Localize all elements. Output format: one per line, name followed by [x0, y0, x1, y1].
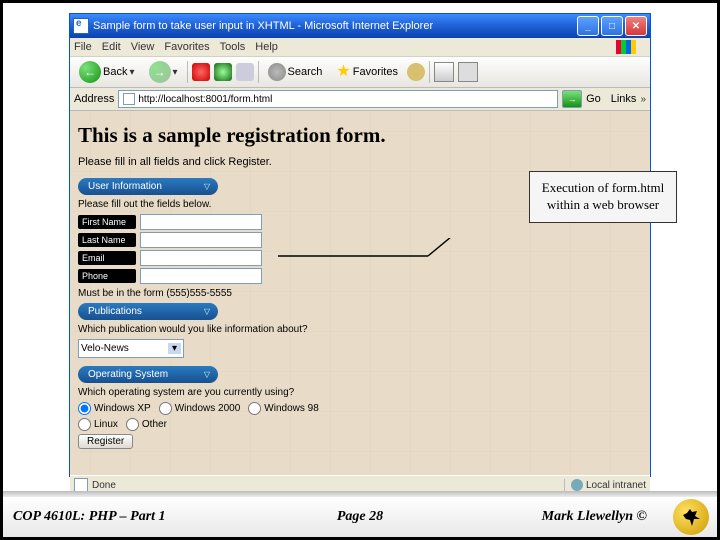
star-icon: ★ — [336, 64, 350, 80]
radio-winxp[interactable]: Windows XP — [78, 402, 151, 415]
publication-select[interactable]: Velo-News ▾ — [78, 339, 184, 358]
menu-edit[interactable]: Edit — [102, 41, 121, 53]
chevron-down-icon: ▾ — [168, 343, 181, 354]
instruction-text: Please fill in all fields and click Regi… — [78, 156, 642, 168]
ie-logo-icon — [73, 18, 89, 34]
print-icon[interactable] — [458, 62, 478, 82]
footer-left: COP 4610L: PHP – Part 1 — [13, 509, 166, 525]
forward-arrow-icon: → — [149, 61, 171, 83]
zone-text: Local intranet — [586, 480, 646, 491]
label-firstname: First Name — [78, 215, 136, 229]
refresh-icon[interactable] — [214, 63, 232, 81]
menu-view[interactable]: View — [131, 41, 155, 53]
page-content: This is a sample registration form. Plea… — [70, 111, 650, 475]
go-button[interactable]: → — [562, 90, 582, 108]
windows-flag-icon — [616, 40, 636, 54]
annotation-callout: Execution of form.html within a web brow… — [529, 171, 677, 223]
ie-window: Sample form to take user input in XHTML … — [69, 13, 651, 477]
select-value: Velo-News — [81, 343, 129, 354]
go-label: Go — [586, 93, 601, 105]
os-question: Which operating system are you currently… — [78, 387, 642, 398]
label-phone: Phone — [78, 269, 136, 283]
chevron-right-icon: » — [640, 94, 646, 105]
minimize-button[interactable]: _ — [577, 16, 599, 36]
stop-icon[interactable] — [192, 63, 210, 81]
chevron-down-icon: ▾ — [129, 67, 134, 78]
register-button[interactable]: Register — [78, 434, 133, 449]
footer-page: Page 28 — [337, 509, 383, 525]
titlebar: Sample form to take user input in XHTML … — [70, 14, 650, 38]
phone-input[interactable] — [140, 268, 262, 284]
separator — [258, 61, 259, 83]
section-user-info: User Information — [78, 178, 218, 195]
lastname-input[interactable] — [140, 232, 262, 248]
separator — [187, 61, 188, 83]
maximize-button[interactable]: □ — [601, 16, 623, 36]
radio-linux[interactable]: Linux — [78, 418, 118, 431]
section-os: Operating System — [78, 366, 218, 383]
phone-hint: Must be in the form (555)555-5555 — [78, 288, 642, 299]
search-label: Search — [288, 66, 323, 78]
close-button[interactable]: ✕ — [625, 16, 647, 36]
menu-favorites[interactable]: Favorites — [164, 41, 209, 53]
label-email: Email — [78, 251, 136, 265]
pub-question: Which publication would you like informa… — [78, 324, 642, 335]
home-icon[interactable] — [236, 63, 254, 81]
separator — [429, 61, 430, 83]
url-text: http://localhost:8001/form.html — [138, 94, 272, 105]
section-publications: Publications — [78, 303, 218, 320]
radio-win2000[interactable]: Windows 2000 — [159, 402, 241, 415]
page-heading: This is a sample registration form. — [78, 123, 642, 148]
done-icon — [74, 478, 88, 492]
address-input[interactable]: http://localhost:8001/form.html — [118, 90, 558, 108]
zone-icon — [571, 479, 583, 491]
firstname-input[interactable] — [140, 214, 262, 230]
menubar: File Edit View Favorites Tools Help — [70, 38, 650, 57]
toolbar: ← Back ▾ → ▾ Search ★ Favorites — [70, 57, 650, 88]
forward-button[interactable]: → ▾ — [144, 58, 183, 86]
search-icon — [268, 63, 286, 81]
mail-icon[interactable] — [434, 62, 454, 82]
radio-win98[interactable]: Windows 98 — [248, 402, 318, 415]
favorites-label: Favorites — [353, 66, 398, 78]
slide-footer: COP 4610L: PHP – Part 1 Page 28 Mark Lle… — [3, 491, 717, 537]
status-text: Done — [92, 480, 116, 491]
back-label: Back — [103, 66, 127, 78]
footer-author: Mark Llewellyn © — [542, 509, 647, 525]
label-lastname: Last Name — [78, 233, 136, 247]
radio-other[interactable]: Other — [126, 418, 167, 431]
page-icon — [123, 93, 135, 105]
back-button[interactable]: ← Back ▾ — [74, 58, 140, 86]
pegasus-logo-icon — [673, 499, 709, 535]
window-title: Sample form to take user input in XHTML … — [93, 20, 577, 32]
menu-help[interactable]: Help — [255, 41, 278, 53]
menu-file[interactable]: File — [74, 41, 92, 53]
address-bar: Address http://localhost:8001/form.html … — [70, 88, 650, 111]
back-arrow-icon: ← — [79, 61, 101, 83]
favorites-button[interactable]: ★ Favorites — [331, 61, 403, 83]
history-icon[interactable] — [407, 63, 425, 81]
links-label[interactable]: Links — [611, 93, 637, 105]
address-label: Address — [74, 93, 114, 105]
chevron-down-icon: ▾ — [173, 67, 178, 78]
menu-tools[interactable]: Tools — [220, 41, 246, 53]
email-input[interactable] — [140, 250, 262, 266]
search-button[interactable]: Search — [263, 60, 328, 84]
